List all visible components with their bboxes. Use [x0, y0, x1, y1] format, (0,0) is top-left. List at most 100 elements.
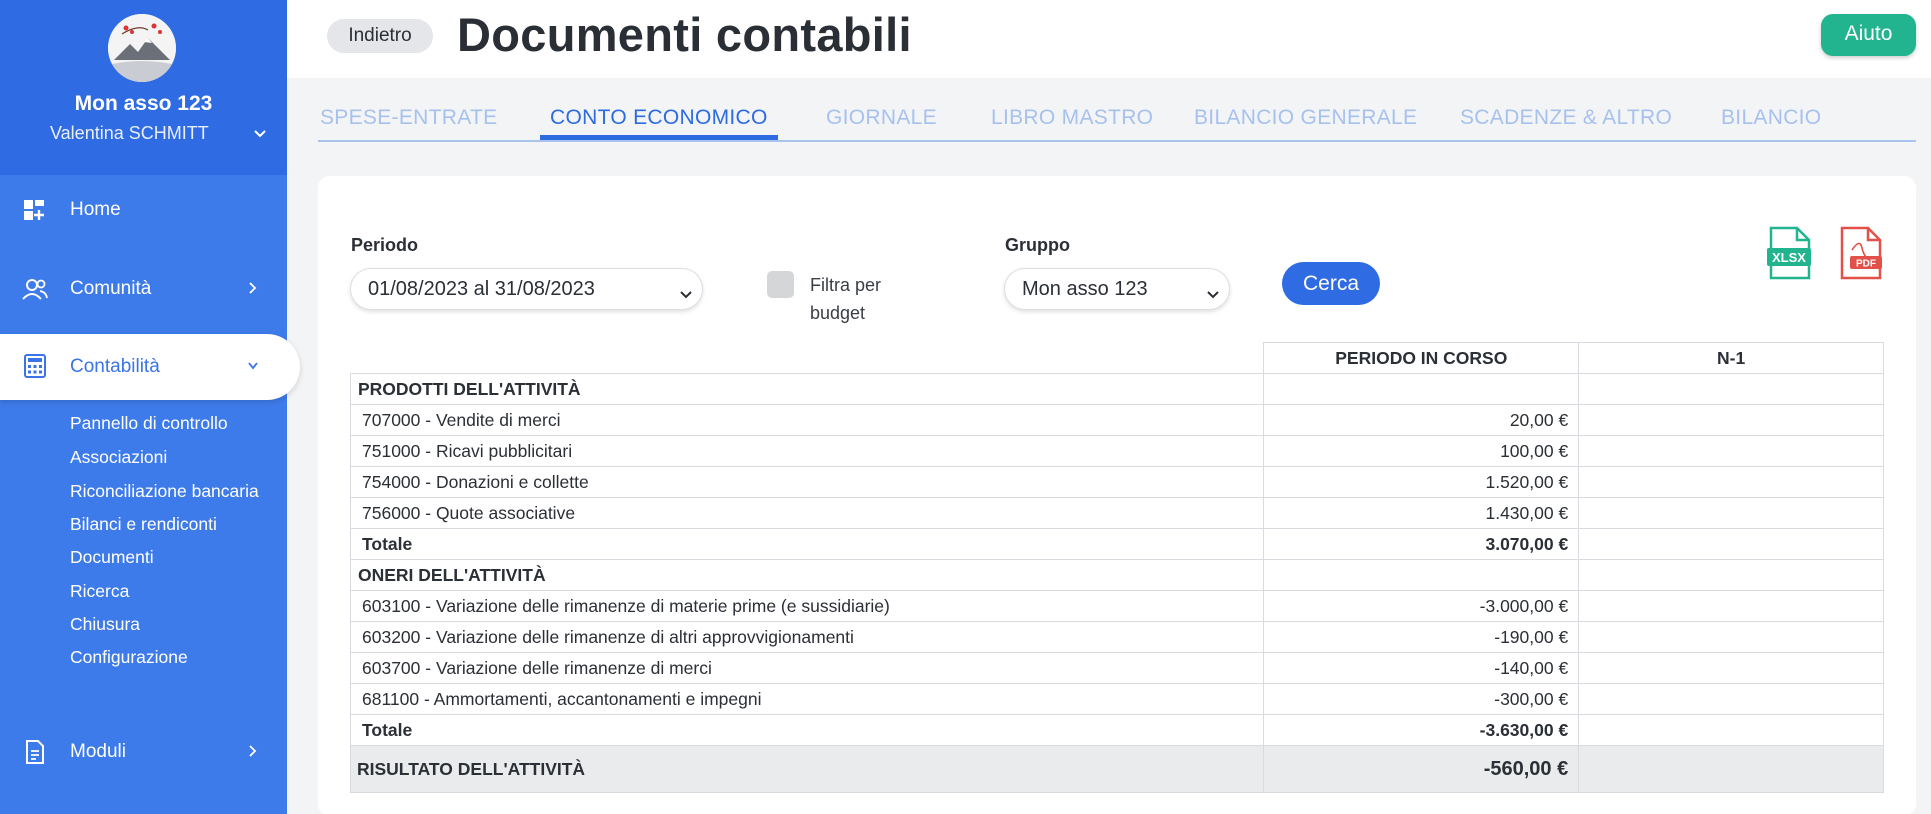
tab-scadenze[interactable]: SCADENZE & ALTRO — [1460, 106, 1672, 130]
search-button[interactable]: Cerca — [1282, 262, 1380, 305]
subnav-configurazione[interactable]: Configurazione — [70, 647, 188, 668]
xlsx-file-icon[interactable]: XLSX — [1767, 226, 1813, 280]
chevron-down-icon — [1206, 284, 1220, 299]
nav-home-label: Home — [70, 199, 121, 220]
table-row: 707000 - Vendite di merci 20,00 € — [349, 404, 1884, 436]
chevron-down-icon[interactable] — [251, 124, 269, 142]
nav-contabilita[interactable]: Contabilità — [0, 334, 300, 400]
tab-spese-entrate[interactable]: SPESE-ENTRATE — [320, 106, 497, 130]
total-label: Totale — [349, 528, 1265, 560]
total-row: Totale 3.070,00 € — [349, 528, 1884, 560]
table-row: 603200 - Variazione delle rimanenze di a… — [349, 621, 1884, 653]
prev-value — [1578, 404, 1884, 436]
table-header-row: PERIODO IN CORSO N-1 — [350, 342, 1884, 374]
account-label: 603700 - Variazione delle rimanenze di m… — [349, 652, 1265, 684]
group-select[interactable]: Mon asso 123 — [1004, 268, 1230, 310]
nav-home[interactable]: Home — [0, 178, 287, 240]
period-value: 01/08/2023 al 31/08/2023 — [368, 278, 595, 300]
cell — [1578, 528, 1884, 560]
subnav-documenti[interactable]: Documenti — [70, 547, 154, 568]
section-title: PRODOTTI DELL'ATTIVITÀ — [349, 373, 1265, 405]
column-header-current: PERIODO IN CORSO — [1263, 342, 1580, 374]
section-row: ONERI DELL'ATTIVITÀ — [349, 559, 1884, 591]
table-row: 681100 - Ammortamenti, accantonamenti e … — [349, 683, 1884, 715]
current-value: 100,00 € — [1263, 435, 1580, 467]
pdf-file-icon[interactable]: PDF — [1838, 226, 1884, 280]
subnav-chiusura[interactable]: Chiusura — [70, 614, 140, 635]
subnav-pannello[interactable]: Pannello di controllo — [70, 413, 228, 434]
chevron-down-icon — [679, 284, 693, 299]
tab-bar: SPESE-ENTRATE CONTO ECONOMICO GIORNALE L… — [318, 102, 1916, 142]
account-label: 756000 - Quote associative — [349, 497, 1265, 529]
prev-value — [1578, 435, 1884, 467]
tab-libro-mastro[interactable]: LIBRO MASTRO — [991, 106, 1153, 130]
chevron-right-icon — [246, 280, 260, 296]
nav-comunita[interactable]: Comunità — [0, 257, 287, 319]
chevron-down-icon — [246, 358, 260, 374]
cell — [1578, 373, 1884, 405]
budget-filter-checkbox[interactable] — [767, 271, 794, 298]
period-select[interactable]: 01/08/2023 al 31/08/2023 — [350, 268, 703, 310]
top-bar: Indietro Documenti contabili Aiuto — [287, 0, 1931, 78]
subnav-riconciliazione[interactable]: Riconciliazione bancaria — [70, 481, 259, 502]
prev-value — [1578, 652, 1884, 684]
users-icon — [22, 277, 48, 301]
prev-value — [1578, 590, 1884, 622]
tab-conto-economico[interactable]: CONTO ECONOMICO — [550, 106, 768, 130]
account-label: 681100 - Ammortamenti, accantonamenti e … — [349, 683, 1265, 715]
nav-contabilita-label: Contabilità — [70, 356, 160, 377]
pdf-label: PDF — [1856, 259, 1876, 270]
subnav-ricerca[interactable]: Ricerca — [70, 581, 129, 602]
avatar[interactable] — [108, 14, 176, 82]
current-value: -3.000,00 € — [1263, 590, 1580, 622]
cell — [1263, 373, 1580, 405]
help-button[interactable]: Aiuto — [1821, 14, 1916, 56]
total-value: -3.630,00 € — [1263, 714, 1580, 746]
prev-value — [1578, 683, 1884, 715]
document-icon — [22, 740, 48, 764]
xlsx-label: XLSX — [1772, 250, 1806, 265]
current-value: 1.520,00 € — [1263, 466, 1580, 498]
group-value: Mon asso 123 — [1022, 278, 1148, 300]
column-header-prev: N-1 — [1578, 342, 1884, 374]
subnav-bilanci[interactable]: Bilanci e rendiconti — [70, 514, 217, 535]
subnav-associazioni[interactable]: Associazioni — [70, 447, 167, 468]
nav-moduli[interactable]: Moduli — [0, 720, 287, 782]
tab-bilancio[interactable]: BILANCIO — [1721, 106, 1821, 130]
cell — [1578, 559, 1884, 591]
account-label: 754000 - Donazioni e collette — [349, 466, 1265, 498]
current-value: 1.430,00 € — [1263, 497, 1580, 529]
account-label: 603100 - Variazione delle rimanenze di m… — [349, 590, 1265, 622]
sidebar-header: Mon asso 123 Valentina SCHMITT — [0, 0, 287, 175]
cell — [1578, 714, 1884, 746]
user-name[interactable]: Valentina SCHMITT — [50, 123, 209, 144]
account-label: 603200 - Variazione delle rimanenze di a… — [349, 621, 1265, 653]
period-label: Periodo — [351, 235, 419, 255]
tab-giornale[interactable]: GIORNALE — [826, 106, 937, 130]
page-title: Documenti contabili — [457, 8, 912, 61]
tab-bilancio-generale[interactable]: BILANCIO GENERALE — [1194, 106, 1417, 130]
income-statement-table: PERIODO IN CORSO N-1 PRODOTTI DELL'ATTIV… — [349, 342, 1884, 793]
table-row: 603700 - Variazione delle rimanenze di m… — [349, 652, 1884, 684]
result-label: RISULTATO DELL'ATTIVITÀ — [349, 745, 1265, 793]
table-row: 751000 - Ricavi pubblicitari 100,00 € — [349, 435, 1884, 467]
dashboard-icon — [22, 198, 48, 222]
section-title: ONERI DELL'ATTIVITÀ — [349, 559, 1265, 591]
organization-name: Mon asso 123 — [74, 92, 213, 115]
current-value: -190,00 € — [1263, 621, 1580, 653]
prev-value — [1578, 621, 1884, 653]
nav-comunita-label: Comunità — [70, 278, 152, 299]
cell — [1578, 745, 1884, 793]
back-button[interactable]: Indietro — [327, 19, 433, 53]
sidebar: Mon asso 123 Valentina SCHMITT Home Comu… — [0, 0, 300, 814]
total-value: 3.070,00 € — [1263, 528, 1580, 560]
group-label: Gruppo — [1005, 235, 1070, 255]
cell — [1263, 559, 1580, 591]
prev-value — [1578, 497, 1884, 529]
active-tab-indicator — [540, 135, 778, 140]
account-label: 751000 - Ricavi pubblicitari — [349, 435, 1265, 467]
current-value: -300,00 € — [1263, 683, 1580, 715]
prev-value — [1578, 466, 1884, 498]
total-label: Totale — [349, 714, 1265, 746]
budget-filter-label: Filtra per budget — [810, 275, 882, 323]
